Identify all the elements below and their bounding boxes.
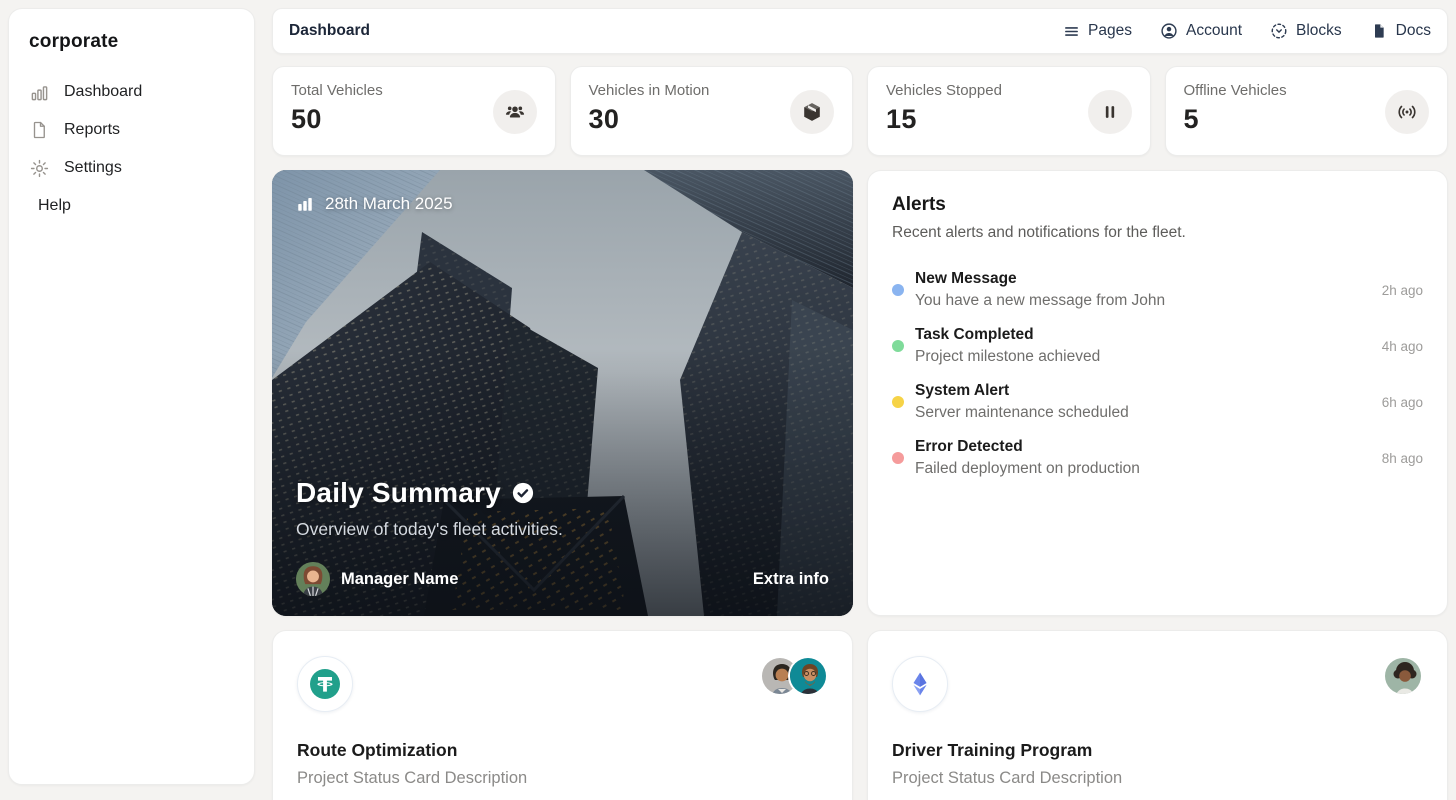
alert-title: Task Completed [915,326,1370,344]
nav-docs[interactable]: Docs [1370,22,1431,40]
sidebar-item-help[interactable]: Help [29,187,234,225]
project-avatars [760,656,828,696]
manager-row: Manager Name [296,562,458,596]
nav-account[interactable]: Account [1160,22,1242,40]
file-icon [29,120,49,140]
alert-item-new-message[interactable]: New Message You have a new message from … [892,268,1423,312]
user-circle-icon [1160,22,1178,40]
page-title: Dashboard [289,22,370,40]
alert-time: 4h ago [1382,339,1423,354]
hero-content: Daily Summary Overview of today's fleet … [296,477,829,596]
stat-vehicles-stopped: Vehicles Stopped 15 [867,66,1151,156]
avatar [788,656,828,696]
nav-label: Account [1186,22,1242,40]
project-description: Project Status Card Description [892,769,1423,788]
sidebar-item-label: Settings [64,159,122,177]
alerts-title: Alerts [892,194,1423,216]
project-description: Project Status Card Description [297,769,828,788]
nav-label: Blocks [1296,22,1342,40]
alert-description: Server maintenance scheduled [915,404,1370,422]
topbar-nav: Pages Account Blocks Docs [1062,22,1431,40]
menu-icon [1062,22,1080,40]
project-title: Driver Training Program [892,740,1423,761]
alert-description: Failed deployment on production [915,460,1370,478]
file-filled-icon [1370,22,1388,40]
alerts-subtitle: Recent alerts and notifications for the … [892,224,1423,242]
cube-icon [790,90,834,134]
project-title: Route Optimization [297,740,828,761]
hero-date: 28th March 2025 [325,194,453,214]
sidebar-item-settings[interactable]: Settings [29,149,234,187]
project-card-driver-training: Driver Training Program Project Status C… [867,630,1448,800]
alert-item-error-detected[interactable]: Error Detected Failed deployment on prod… [892,436,1423,480]
daily-summary-card: 28th March 2025 Daily Summary Overview o… [272,170,853,616]
nav-pages[interactable]: Pages [1062,22,1132,40]
project-card-route-optimization: Route Optimization Project Status Card D… [272,630,853,800]
alert-description: Project milestone achieved [915,348,1370,366]
alert-status-dot [892,340,904,352]
manager-avatar [296,562,330,596]
sidebar-help-label: Help [38,197,71,215]
users-icon [493,90,537,134]
stat-total-vehicles: Total Vehicles 50 [272,66,556,156]
alerts-card: Alerts Recent alerts and notifications f… [867,170,1448,616]
alert-time: 2h ago [1382,283,1423,298]
topbar: Dashboard Pages Account Blocks Docs [272,8,1448,54]
alert-list: New Message You have a new message from … [892,268,1423,480]
alert-title: Error Detected [915,438,1370,456]
stat-vehicles-in-motion: Vehicles in Motion 30 [570,66,854,156]
sidebar: corporate Dashboard Reports Settings Hel… [8,8,255,785]
hero-title: Daily Summary [296,477,501,509]
alert-status-dot [892,396,904,408]
alert-title: New Message [915,270,1370,288]
verified-check-icon [512,482,534,504]
bar-chart-icon [296,195,314,213]
alert-description: You have a new message from John [915,292,1370,310]
sidebar-item-label: Dashboard [64,83,142,101]
nav-label: Pages [1088,22,1132,40]
sidebar-item-reports[interactable]: Reports [29,111,234,149]
hero-subtitle: Overview of today's fleet activities. [296,519,829,540]
alert-item-task-completed[interactable]: Task Completed Project milestone achieve… [892,324,1423,368]
stat-offline-vehicles: Offline Vehicles 5 [1165,66,1449,156]
gear-icon [29,158,49,178]
alert-status-dot [892,284,904,296]
alert-title: System Alert [915,382,1370,400]
stats-row: Total Vehicles 50 Vehicles in Motion 30 … [272,66,1448,156]
sidebar-item-dashboard[interactable]: Dashboard [29,73,234,111]
pause-icon [1088,90,1132,134]
alert-time: 6h ago [1382,395,1423,410]
sidebar-item-label: Reports [64,121,120,139]
radio-icon [1385,90,1429,134]
manager-name: Manager Name [341,570,458,589]
avatar [1383,656,1423,696]
bar-chart-icon [29,82,49,102]
brand-title: corporate [29,31,234,53]
alert-item-system-alert[interactable]: System Alert Server maintenance schedule… [892,380,1423,424]
ethereum-icon [892,656,948,712]
tether-icon [297,656,353,712]
alert-time: 8h ago [1382,451,1423,466]
hero-date-badge: 28th March 2025 [296,194,453,214]
project-avatars [1383,656,1423,696]
alert-status-dot [892,452,904,464]
extra-info-link[interactable]: Extra info [753,570,829,589]
dashed-circle-icon [1270,22,1288,40]
nav-blocks[interactable]: Blocks [1270,22,1342,40]
nav-label: Docs [1396,22,1431,40]
